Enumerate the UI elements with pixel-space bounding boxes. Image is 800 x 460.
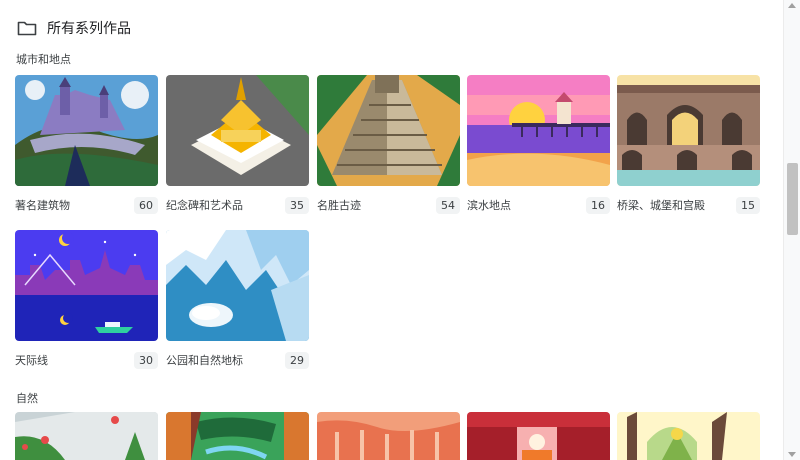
collection-label: 名胜古迹 — [317, 199, 361, 212]
thumbnail-desert[interactable] — [467, 412, 610, 460]
collection-card-waterfront[interactable]: 滨水地点 16 — [467, 75, 610, 215]
page-title: 所有系列作品 — [47, 21, 131, 37]
count-badge: 54 — [436, 196, 460, 214]
thumbnail-palace[interactable] — [617, 75, 760, 186]
thumbnail-temple[interactable] — [166, 75, 309, 186]
collection-card-skylines[interactable]: 天际线 30 — [15, 230, 158, 370]
scroll-down-arrow-icon[interactable] — [788, 452, 796, 457]
page-header: 所有系列作品 — [17, 16, 131, 40]
thumbnail-castle[interactable] — [15, 75, 158, 186]
count-badge: 16 — [586, 196, 610, 214]
thumbnail-skyline[interactable] — [15, 230, 158, 341]
collection-card-bridges-castles[interactable]: 桥梁、城堡和宫殿 15 — [617, 75, 760, 215]
scrollbar-thumb[interactable] — [787, 163, 798, 235]
collection-label: 公园和自然地标 — [166, 354, 243, 367]
collection-label: 桥梁、城堡和宫殿 — [617, 199, 705, 212]
collection-card-nature-1[interactable] — [15, 412, 158, 460]
folder-icon — [17, 20, 37, 36]
section-title-nature: 自然 — [16, 392, 38, 405]
section-title-cities: 城市和地点 — [16, 53, 71, 66]
collection-label: 滨水地点 — [467, 199, 511, 212]
scroll-up-arrow-icon[interactable] — [788, 3, 796, 8]
vertical-scrollbar[interactable] — [783, 0, 800, 460]
collection-label: 著名建筑物 — [15, 199, 70, 212]
collection-card-monuments[interactable]: 纪念碑和艺术品 35 — [166, 75, 309, 215]
count-badge: 29 — [285, 351, 309, 369]
thumbnail-canyon[interactable] — [317, 412, 460, 460]
collection-card-nature-5[interactable] — [617, 412, 760, 460]
thumbnail-pier[interactable] — [467, 75, 610, 186]
thumbnail-meadow[interactable] — [15, 412, 158, 460]
collection-label: 天际线 — [15, 354, 48, 367]
collection-label: 纪念碑和艺术品 — [166, 199, 243, 212]
count-badge: 60 — [134, 196, 158, 214]
collection-card-parks[interactable]: 公园和自然地标 29 — [166, 230, 309, 370]
collection-card-landmarks[interactable]: 名胜古迹 54 — [317, 75, 460, 215]
collection-card-nature-4[interactable] — [467, 412, 610, 460]
count-badge: 30 — [134, 351, 158, 369]
thumbnail-forest[interactable] — [166, 412, 309, 460]
count-badge: 15 — [736, 196, 760, 214]
count-badge: 35 — [285, 196, 309, 214]
collection-card-famous-buildings[interactable]: 著名建筑物 60 — [15, 75, 158, 215]
thumbnail-glacier[interactable] — [166, 230, 309, 341]
collection-card-nature-2[interactable] — [166, 412, 309, 460]
thumbnail-pyramid[interactable] — [317, 75, 460, 186]
collection-card-nature-3[interactable] — [317, 412, 460, 460]
thumbnail-trees[interactable] — [617, 412, 760, 460]
